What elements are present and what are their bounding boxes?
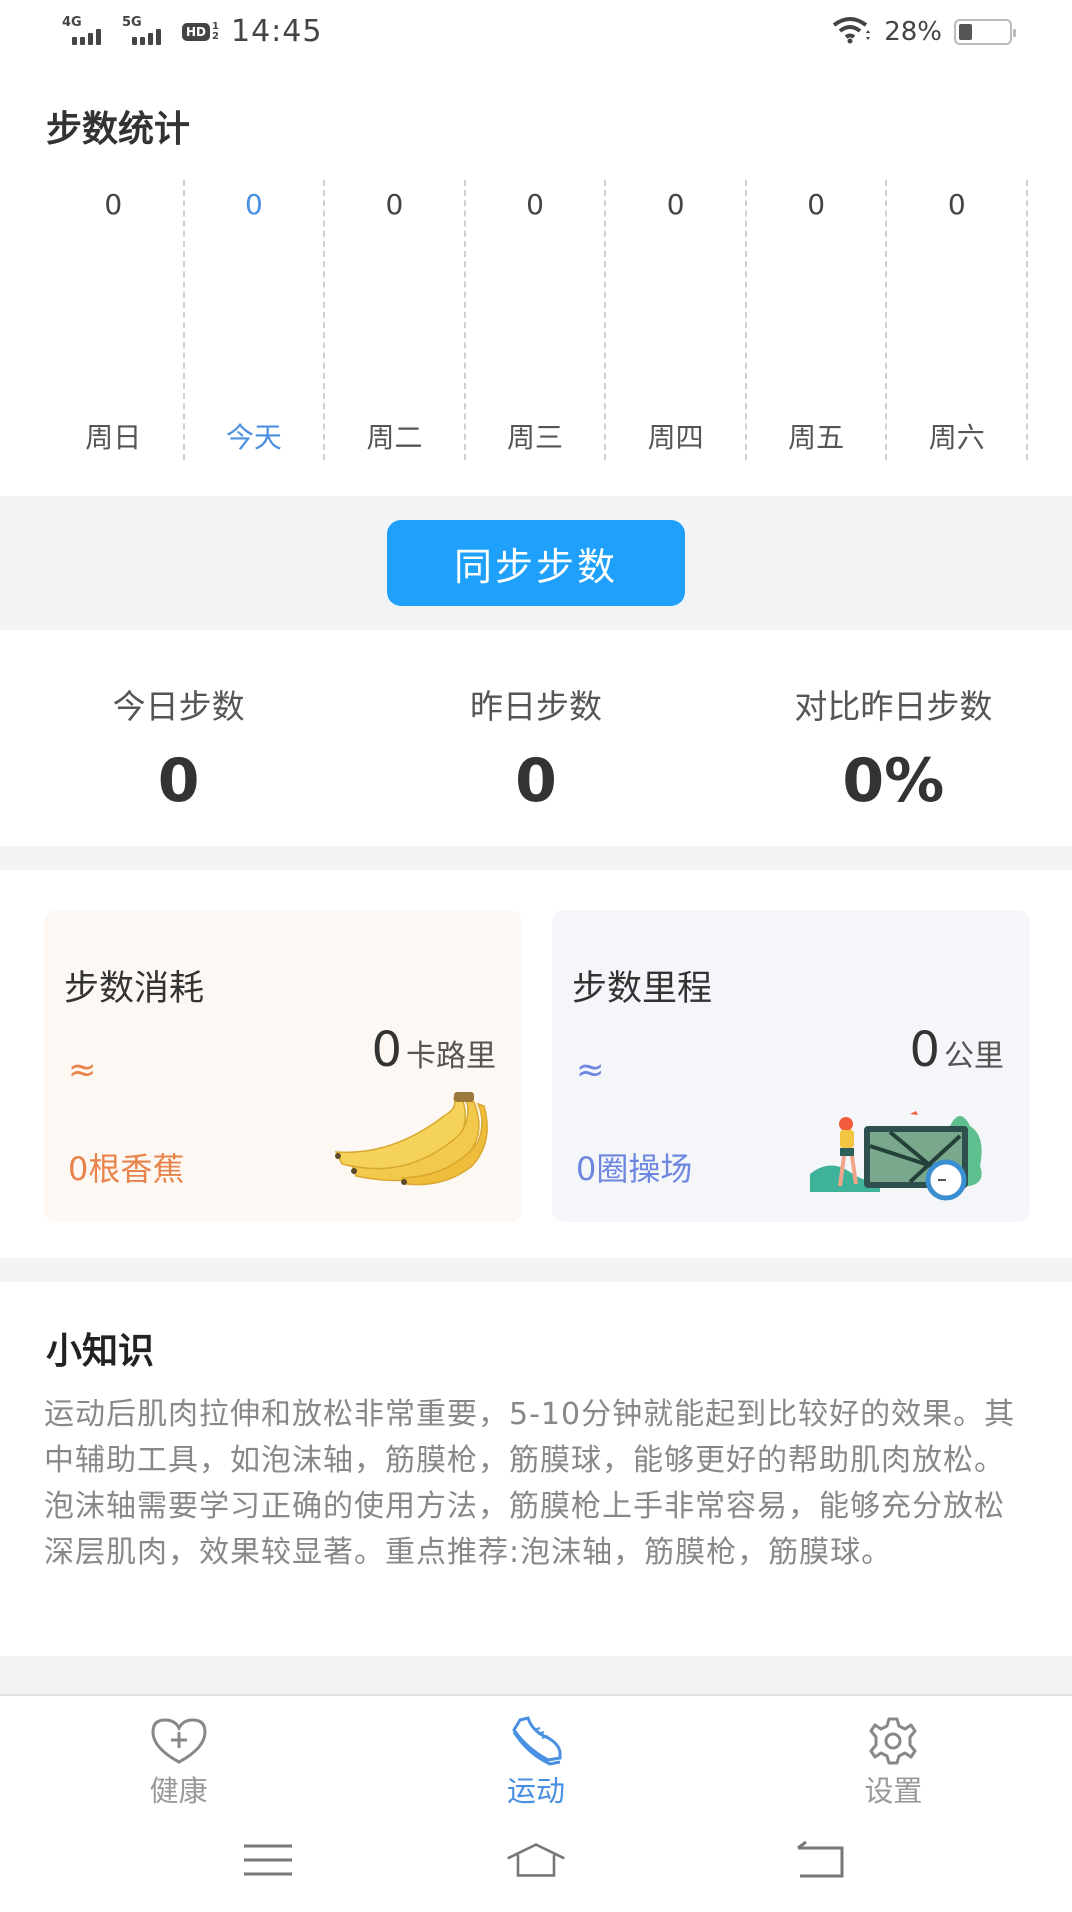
day-step-value: 0 xyxy=(104,188,123,221)
tips-body: 运动后肌肉拉伸和放松非常重要，5-10分钟就能起到比较好的效果。其中辅助工具，如… xyxy=(44,1397,1016,1570)
tab-sport[interactable]: 运动 xyxy=(357,1696,714,1808)
distance-card[interactable]: 步数里程 ≈ 0 公里 0圈操场 xyxy=(552,910,1030,1222)
sync-steps-button[interactable]: 同步步数 xyxy=(387,520,685,606)
approx-icon: ≈ xyxy=(68,1050,97,1090)
distance-card-title: 步数里程 xyxy=(572,969,713,1009)
back-icon[interactable] xyxy=(790,1838,850,1882)
step-stats-title: 步数统计 xyxy=(46,109,191,150)
day-step-value: 0 xyxy=(666,188,685,221)
cellular-signal-5g: 5G xyxy=(122,15,170,49)
day-label: 周二 xyxy=(366,421,423,454)
banana-illustration-icon xyxy=(332,1086,492,1190)
approx-icon: ≈ xyxy=(576,1050,605,1090)
wifi-icon xyxy=(832,16,872,48)
day-step-value: 0 xyxy=(947,188,966,221)
day-column-5[interactable]: 0 周五 xyxy=(747,180,888,460)
clock: 14:45 xyxy=(230,14,323,49)
heart-plus-icon xyxy=(147,1716,211,1766)
day-column-1[interactable]: 0 今天 xyxy=(185,180,326,460)
summary-yesterday-label: 昨日步数 xyxy=(469,687,602,726)
summary-compare-label: 对比昨日步数 xyxy=(794,687,993,726)
day-step-value: 0 xyxy=(807,188,826,221)
runner-map-illustration-icon xyxy=(810,1106,990,1206)
day-step-value: 0 xyxy=(526,188,544,221)
bottom-tab-bar: 健康 运动 设置 xyxy=(0,1696,1072,1808)
day-column-6[interactable]: 0 周六 xyxy=(887,180,1029,460)
cellular-signal-4g: 4G xyxy=(62,15,110,49)
summary-today: 今日步数 0 xyxy=(0,630,357,846)
hd-voice-icon: HD 12 xyxy=(182,21,219,42)
day-label: 周日 xyxy=(85,421,142,454)
tab-sport-label: 运动 xyxy=(506,1774,565,1808)
tab-health[interactable]: 健康 xyxy=(0,1696,357,1808)
calories-card[interactable]: 步数消耗 ≈ 0 卡路里 0根香蕉 xyxy=(44,910,522,1222)
system-navigation-bar xyxy=(0,1808,1072,1912)
divider-band xyxy=(0,846,1072,870)
calories-value: 0 xyxy=(371,1022,402,1078)
day-label: 今天 xyxy=(225,421,282,454)
status-bar: 4G 5G HD 12 14:45 28% xyxy=(0,0,1072,66)
day-label: 周三 xyxy=(507,421,564,454)
day-column-0[interactable]: 0 周日 xyxy=(44,180,185,460)
day-step-value: 0 xyxy=(244,188,263,221)
tab-settings-label: 设置 xyxy=(864,1774,923,1808)
divider-band xyxy=(0,1656,1072,1696)
summary-today-value: 0 xyxy=(157,746,200,816)
day-step-value: 0 xyxy=(385,188,404,221)
day-column-3[interactable]: 0 周三 xyxy=(466,180,607,460)
day-column-4[interactable]: 0 周四 xyxy=(606,180,747,460)
tab-settings[interactable]: 设置 xyxy=(715,1696,1072,1808)
conversion-cards: 步数消耗 ≈ 0 卡路里 0根香蕉 步数里程 ≈ 0 公里 0圈操场 xyxy=(0,870,1072,1258)
track-laps-equivalent: 0圈操场 xyxy=(576,1150,693,1188)
divider-band xyxy=(0,1258,1072,1282)
summary-compare-value: 0% xyxy=(842,746,945,816)
home-icon[interactable] xyxy=(506,1838,566,1882)
banana-equivalent: 0根香蕉 xyxy=(68,1150,185,1188)
calories-unit: 卡路里 xyxy=(406,1039,496,1074)
step-summary: 今日步数 0 昨日步数 0 对比昨日步数 0% xyxy=(0,630,1072,846)
calories-card-title: 步数消耗 xyxy=(64,969,205,1009)
day-label: 周五 xyxy=(788,421,845,454)
sneaker-icon xyxy=(504,1716,568,1766)
battery-icon xyxy=(954,19,1016,45)
distance-value: 0 xyxy=(909,1022,940,1078)
gear-icon xyxy=(861,1716,925,1766)
distance-unit: 公里 xyxy=(944,1039,1004,1074)
tips-card: 小知识 运动后肌肉拉伸和放松非常重要，5-10分钟就能起到比较好的效果。其中辅助… xyxy=(0,1282,1072,1656)
day-label: 周四 xyxy=(647,421,704,454)
summary-yesterday: 昨日步数 0 xyxy=(357,630,714,846)
menu-icon[interactable] xyxy=(238,1838,298,1882)
day-label: 周六 xyxy=(928,421,985,454)
weekly-steps-chart: 0 周日 0 今天 0 周二 0 周三 0 周四 0 周五 0 周六 xyxy=(44,180,1029,460)
battery-percentage: 28% xyxy=(884,17,942,47)
summary-today-label: 今日步数 xyxy=(112,687,245,726)
tab-health-label: 健康 xyxy=(149,1774,208,1808)
summary-compare: 对比昨日步数 0% xyxy=(715,630,1072,846)
day-column-2[interactable]: 0 周二 xyxy=(325,180,466,460)
tips-title: 小知识 xyxy=(46,1331,155,1372)
summary-yesterday-value: 0 xyxy=(515,746,557,816)
